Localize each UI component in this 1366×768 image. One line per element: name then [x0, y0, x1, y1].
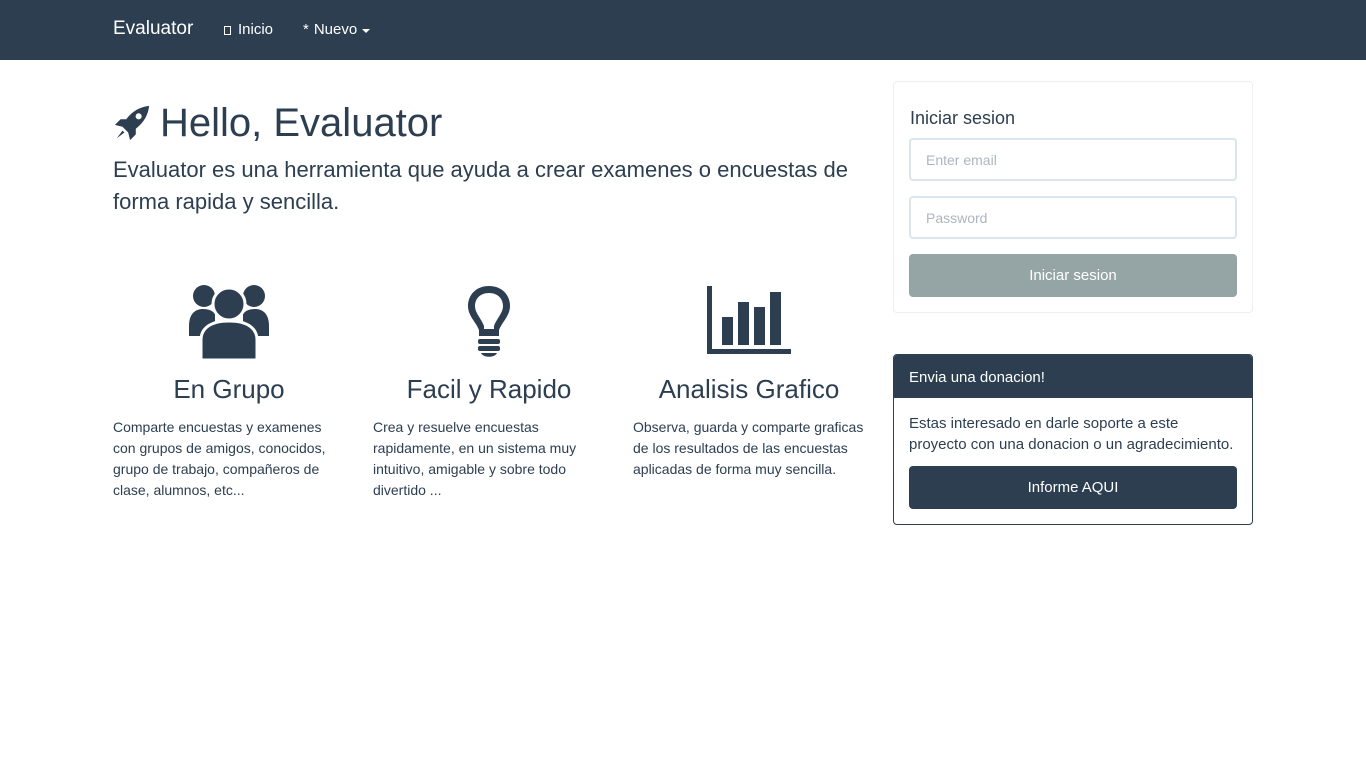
feature-group: En Grupo Comparte encuestas y examenes c… — [113, 278, 345, 501]
caret-down-icon — [362, 28, 371, 33]
password-input[interactable] — [909, 196, 1237, 239]
lightbulb-icon — [468, 286, 510, 357]
feature-text: Observa, guarda y comparte graficas de l… — [633, 419, 864, 477]
asterisk-icon: * — [303, 21, 309, 38]
donation-panel: Envia una donacion! Estas interesado en … — [893, 354, 1253, 525]
bar-chart-icon — [707, 286, 791, 354]
nav-new-label: Nuevo — [313, 21, 358, 38]
login-title: Iniciar sesion — [910, 108, 1016, 128]
feature-title: Facil y Rapido — [406, 374, 572, 404]
feature-title: En Grupo — [173, 374, 285, 404]
page-title: Hello, Evaluator — [160, 101, 443, 145]
donation-text: Estas interesado en darle soporte a este… — [909, 415, 1234, 453]
brand-link[interactable]: Evaluator — [113, 18, 193, 40]
feature-title: Analisis Grafico — [658, 374, 840, 404]
donation-heading: Envia una donacion! — [894, 355, 1252, 398]
jumbotron-header: Hello, Evaluator — [113, 100, 442, 146]
users-group-icon — [189, 285, 269, 360]
home-icon — [224, 25, 231, 35]
navbar: Evaluator Inicio * Nuevo — [0, 0, 1366, 60]
nav-home-label: Inicio — [238, 21, 274, 38]
nav-home-link[interactable]: Inicio — [224, 21, 273, 38]
email-input[interactable] — [909, 138, 1237, 181]
feature-easy: Facil y Rapido Crea y resuelve encuestas… — [373, 278, 605, 501]
nav-new-dropdown[interactable]: * Nuevo — [303, 21, 371, 38]
donate-button[interactable]: Informe AQUI — [909, 466, 1237, 509]
feature-charts: Analisis Grafico Observa, guarda y compa… — [633, 278, 865, 480]
login-panel: Iniciar sesion Iniciar sesion — [893, 81, 1253, 313]
feature-text: Comparte encuestas y examenes con grupos… — [113, 419, 326, 498]
login-button[interactable]: Iniciar sesion — [909, 254, 1237, 297]
lead-text: Evaluator es una herramienta que ayuda a… — [113, 157, 849, 214]
feature-text: Crea y resuelve encuestas rapidamente, e… — [373, 419, 577, 498]
rocket-icon — [114, 105, 150, 141]
